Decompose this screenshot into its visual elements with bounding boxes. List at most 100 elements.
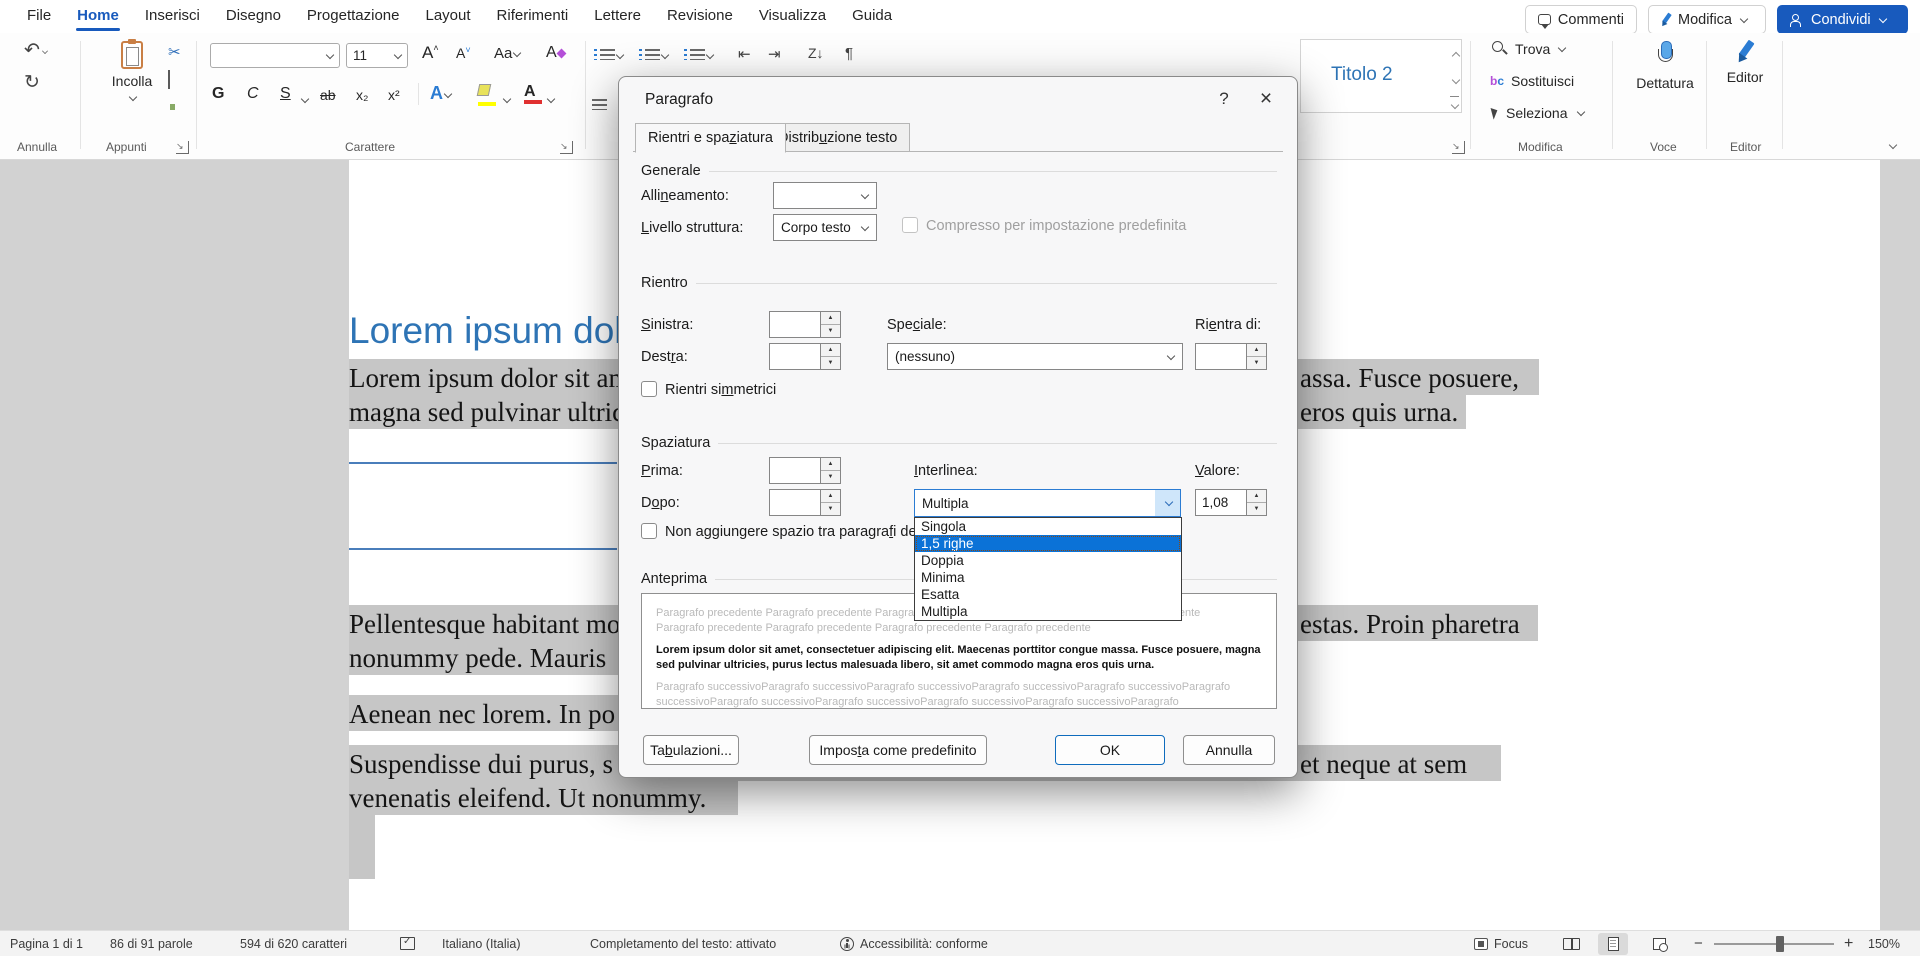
space-after-spinner[interactable]: ▲▼: [821, 489, 841, 516]
dropdown-option-doppia[interactable]: Doppia: [915, 552, 1181, 569]
change-case-button[interactable]: Aa: [494, 45, 520, 62]
styles-scroll-down[interactable]: [1451, 72, 1459, 90]
word-count[interactable]: 86 di 91 parole: [110, 937, 193, 951]
align-justify-button[interactable]: [592, 97, 607, 115]
indent-by-input[interactable]: [1195, 343, 1247, 370]
tabs-button[interactable]: Tabulazioni...: [643, 735, 739, 765]
read-mode-button[interactable]: [1556, 933, 1586, 955]
zoom-percentage[interactable]: 150%: [1868, 937, 1900, 951]
highlight-color-button[interactable]: [478, 83, 496, 106]
dictate-button[interactable]: Dettatura: [1628, 41, 1702, 91]
space-before-spinner[interactable]: ▲▼: [821, 457, 841, 484]
zoom-in-button[interactable]: +: [1844, 935, 1853, 953]
font-dialog-launcher[interactable]: ↘: [560, 141, 573, 154]
tab-layout[interactable]: Layout: [413, 1, 484, 32]
close-icon[interactable]: ×: [1249, 85, 1283, 113]
indent-left-input[interactable]: [769, 311, 821, 338]
outline-level-combobox[interactable]: Corpo testo: [773, 214, 877, 241]
ok-button[interactable]: OK: [1055, 735, 1165, 765]
increase-indent-button[interactable]: ⇥: [768, 45, 781, 63]
line-spacing-at-spinner[interactable]: ▲▼: [1247, 489, 1267, 516]
copy-button[interactable]: [168, 71, 170, 89]
style-titolo2[interactable]: Titolo 2: [1331, 64, 1393, 86]
styles-more-button[interactable]: [1450, 96, 1459, 115]
undo-button[interactable]: ↶: [24, 39, 48, 62]
editing-mode-button[interactable]: Modifica: [1648, 5, 1766, 34]
no-space-same-style-checkbox[interactable]: [641, 523, 657, 539]
tab-revisione[interactable]: Revisione: [654, 1, 746, 32]
highlight-options-chevron[interactable]: [502, 91, 510, 109]
select-button[interactable]: Seleziona: [1492, 105, 1584, 121]
sort-button[interactable]: Z↓: [808, 45, 824, 61]
tab-riferimenti[interactable]: Riferimenti: [484, 1, 582, 32]
paste-button[interactable]: Incolla: [104, 41, 160, 107]
help-button[interactable]: ?: [1207, 85, 1241, 113]
font-color-button[interactable]: A: [524, 83, 542, 104]
tab-file[interactable]: File: [14, 1, 64, 32]
grow-font-button[interactable]: A˄: [422, 43, 439, 63]
clear-formatting-button[interactable]: A: [546, 44, 565, 62]
tab-rientri-e-spaziatura[interactable]: Rientri e spaziatura: [635, 123, 786, 153]
space-before-input[interactable]: [769, 457, 821, 484]
text-completion-indicator[interactable]: Completamento del testo: attivato: [590, 937, 776, 951]
indent-by-spinner[interactable]: ▲▼: [1247, 343, 1267, 370]
replace-button[interactable]: bc Sostituisci: [1490, 73, 1574, 89]
redo-button[interactable]: ↻: [24, 71, 40, 94]
tab-home[interactable]: Home: [64, 1, 132, 32]
underline-button[interactable]: S: [280, 85, 291, 103]
space-after-input[interactable]: [769, 489, 821, 516]
indent-left-spinner[interactable]: ▲▼: [821, 311, 841, 338]
zoom-out-button[interactable]: −: [1694, 935, 1703, 952]
superscript-button[interactable]: x²: [388, 87, 400, 103]
indent-right-spinner[interactable]: ▲▼: [821, 343, 841, 370]
share-button[interactable]: Condividi: [1777, 5, 1908, 34]
tab-disegno[interactable]: Disegno: [213, 1, 294, 32]
line-spacing-combobox[interactable]: Multipla: [914, 489, 1181, 517]
numbering-button[interactable]: [645, 47, 668, 65]
page-indicator[interactable]: Pagina 1 di 1: [10, 937, 83, 951]
cut-button[interactable]: ✂: [168, 43, 181, 61]
indent-right-input[interactable]: [769, 343, 821, 370]
editor-button[interactable]: Editor: [1716, 41, 1774, 85]
text-effects-button[interactable]: A: [430, 83, 451, 104]
font-color-chevron[interactable]: [546, 91, 554, 109]
zoom-slider-thumb[interactable]: [1776, 936, 1784, 952]
language-indicator[interactable]: Italiano (Italia): [442, 937, 521, 951]
pilcrow-button[interactable]: ¶: [845, 45, 853, 62]
special-combobox[interactable]: (nessuno): [887, 343, 1183, 370]
subscript-button[interactable]: x₂: [356, 87, 368, 103]
focus-mode-button[interactable]: Focus: [1474, 937, 1528, 951]
web-layout-button[interactable]: [1644, 933, 1674, 955]
tab-progettazione[interactable]: Progettazione: [294, 1, 413, 32]
font-name-combobox[interactable]: [210, 43, 340, 68]
set-as-default-button[interactable]: Imposta come predefinito: [809, 735, 987, 765]
bold-button[interactable]: G: [212, 85, 224, 103]
dropdown-option-singola[interactable]: Singola: [915, 518, 1181, 535]
dropdown-option-esatta[interactable]: Esatta: [915, 586, 1181, 603]
line-spacing-at-input[interactable]: 1,08: [1195, 489, 1247, 516]
dropdown-option-minima[interactable]: Minima: [915, 569, 1181, 586]
proofing-icon[interactable]: [400, 937, 415, 950]
zoom-slider-track[interactable]: [1714, 943, 1834, 945]
tab-inserisci[interactable]: Inserisci: [132, 1, 213, 32]
print-layout-button[interactable]: [1598, 933, 1628, 955]
font-size-combobox[interactable]: 11: [346, 43, 408, 68]
collapse-ribbon-button[interactable]: [1888, 137, 1896, 155]
find-button[interactable]: Trova: [1492, 41, 1565, 57]
italic-button[interactable]: C: [247, 85, 259, 103]
styles-dialog-launcher[interactable]: ↘: [1452, 141, 1465, 154]
styles-scroll-up[interactable]: [1451, 44, 1459, 62]
strikethrough-button[interactable]: ab: [320, 87, 336, 103]
decrease-indent-button[interactable]: ⇤: [738, 45, 751, 63]
tab-distribuzione-testo[interactable]: Distribuzione testo: [765, 123, 910, 152]
accessibility-status[interactable]: Accessibilità: conforme: [840, 937, 988, 951]
dropdown-option-15-righe[interactable]: 1,5 righe: [915, 535, 1181, 552]
shrink-font-button[interactable]: A˅: [456, 45, 471, 61]
bullets-button[interactable]: [600, 47, 623, 65]
char-count[interactable]: 594 di 620 caratteri: [240, 937, 347, 951]
comments-button[interactable]: Commenti: [1525, 5, 1637, 34]
tab-visualizza[interactable]: Visualizza: [746, 1, 839, 32]
underline-options-chevron[interactable]: [300, 91, 308, 109]
multilevel-list-button[interactable]: [690, 47, 713, 65]
dropdown-option-multipla[interactable]: Multipla: [915, 603, 1181, 620]
